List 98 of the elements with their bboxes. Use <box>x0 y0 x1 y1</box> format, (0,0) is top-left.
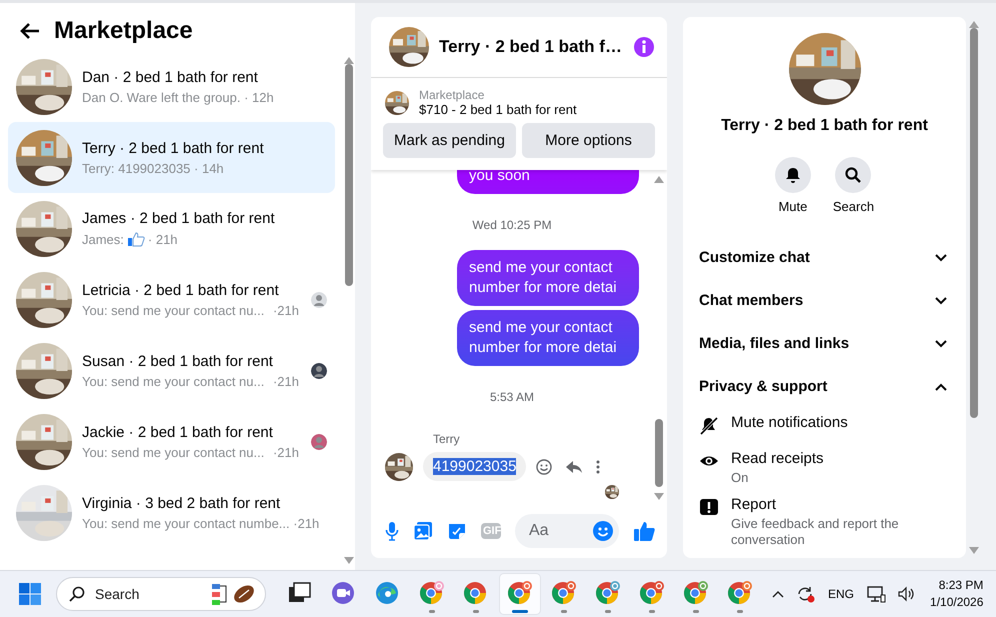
seen-avatar-icon <box>311 362 327 378</box>
chevron-up-icon[interactable] <box>772 590 784 598</box>
search-input[interactable]: Search <box>93 585 203 603</box>
sticker-icon[interactable] <box>447 521 467 541</box>
listing-name: $710 - 2 bed 1 bath for rent <box>419 102 577 117</box>
browser-icon <box>419 581 445 607</box>
alert-icon <box>699 497 719 517</box>
conversation-title: Susan · 2 bed 1 bath for rent <box>82 352 274 370</box>
reply-icon[interactable] <box>566 460 582 474</box>
scrollbar-thumb[interactable] <box>655 419 663 487</box>
browser-icon <box>595 581 621 607</box>
menu-item[interactable]: Mute notifications <box>731 414 848 431</box>
conversation-item[interactable]: Virginia · 3 bed 2 bath for rent You: send me your contact numbe... ·21h <box>8 477 335 548</box>
clock-time[interactable]: 8:23 PM <box>938 577 984 594</box>
volume-icon[interactable] <box>898 586 914 602</box>
browser-icon <box>507 581 533 607</box>
language-indicator[interactable]: ENG <box>828 587 854 601</box>
section-header[interactable]: Customize chat <box>699 236 950 279</box>
timestamp: Wed 10:25 PM <box>472 217 552 234</box>
message-preview: James: <box>82 232 124 246</box>
message-bubble: send me your contact number for more detai <box>457 250 639 306</box>
microphone-icon[interactable] <box>385 521 399 541</box>
sender-name: Terry <box>433 432 461 446</box>
conversation-title: Letricia · 2 bed 1 bath for rent <box>82 282 280 298</box>
item-detail: On <box>731 470 750 486</box>
scroll-down-arrow-icon[interactable] <box>344 557 354 564</box>
windows-start-icon[interactable] <box>18 582 42 606</box>
chat-title: Terry · 2 bed 1 bath f… <box>439 37 623 57</box>
listing-source: Marketplace <box>419 88 486 102</box>
message-bubble: you soon <box>457 170 639 194</box>
conversation-title: Virginia · 3 bed 2 bath for rent <box>82 494 282 512</box>
back-arrow-icon[interactable] <box>20 22 40 40</box>
message-time: · 21h <box>148 232 178 246</box>
browser-icon <box>463 581 489 607</box>
message-preview: You: send me your contact numbe... ·21h <box>82 516 320 530</box>
bell-icon <box>784 166 802 184</box>
wave-icon <box>375 581 401 607</box>
conversation-item[interactable]: James · 2 bed 1 bath for rent James: · 21h <box>8 193 335 264</box>
scrollbar-thumb[interactable] <box>970 28 978 418</box>
conversation-title: Terry · 2 bed 1 bath for rent <box>82 140 265 156</box>
message-time: ·21h <box>272 302 300 318</box>
taskbar-search-field[interactable]: Search <box>56 577 266 611</box>
message-preview: You: send me your contact nu... <box>82 302 264 318</box>
section-header[interactable]: Media, files and links <box>699 322 950 365</box>
message-preview: You: send me your contact nu... <box>82 444 264 460</box>
browser-icon <box>683 581 709 607</box>
network-icon[interactable] <box>866 585 886 603</box>
conversation-item[interactable]: Susan · 2 bed 1 bath for rent You: send me your contact nu... ·21h <box>8 335 335 406</box>
conversation-title: Dan · 2 bed 1 bath for rent <box>82 68 259 86</box>
search-icon <box>844 166 862 184</box>
scroll-up-arrow-icon[interactable] <box>344 57 354 64</box>
info-icon[interactable] <box>633 36 655 58</box>
conversation-item[interactable]: Jackie · 2 bed 1 bath for rent You: send me your contact nu... ·21h <box>8 406 335 477</box>
item-detail: Give feedback and report the conversation <box>731 516 900 548</box>
scroll-up-arrow-icon[interactable] <box>969 21 979 28</box>
message-time: ·21h <box>272 444 300 460</box>
emoji-icon[interactable] <box>593 521 613 541</box>
browser-icon <box>551 581 577 607</box>
photo-icon[interactable] <box>413 521 433 541</box>
football-icon <box>211 581 257 607</box>
scroll-up-arrow-icon[interactable] <box>654 176 664 183</box>
menu-item[interactable]: Report <box>731 496 950 513</box>
message-bubble: send me your contact number for more detai <box>457 310 639 366</box>
scroll-down-arrow-icon[interactable] <box>654 493 664 500</box>
timestamp: 5:53 AM <box>490 389 534 406</box>
video-chat-icon <box>331 581 357 607</box>
conversation-title: Jackie · 2 bed 1 bath for rent <box>82 424 274 440</box>
seen-avatar-icon <box>311 292 327 308</box>
conversation-title: James · 2 bed 1 bath for rent <box>82 210 276 227</box>
more-icon[interactable] <box>596 460 600 474</box>
search-icon <box>69 586 85 602</box>
conversation-item[interactable]: Dan · 2 bed 1 bath for rent Dan O. Ware left the group. · 12h <box>8 51 335 122</box>
message-preview: Terry: 4199023035 · 14h <box>82 160 224 176</box>
page-title: Marketplace <box>54 17 193 45</box>
browser-icon <box>727 581 753 607</box>
thumbs-up-icon[interactable] <box>633 520 655 542</box>
section-header[interactable]: Chat members <box>699 279 950 322</box>
clock-date[interactable]: 1/10/2026 <box>930 594 984 611</box>
seen-avatar-icon <box>311 434 327 450</box>
message-preview: Dan O. Ware left the group. · 12h <box>82 90 274 104</box>
message-field[interactable]: Aa <box>515 514 619 548</box>
scroll-down-arrow-icon[interactable] <box>969 547 979 554</box>
scrollbar-thumb[interactable] <box>345 64 353 286</box>
menu-item[interactable]: Read receipts <box>731 450 824 467</box>
chat-name: Terry · 2 bed 1 bath for rent <box>721 117 928 135</box>
muted-bell-icon <box>699 415 719 435</box>
conversation-item[interactable]: Letricia · 2 bed 1 bath for rent You: send me your contact nu... ·21h <box>8 264 335 335</box>
more-options-button[interactable]: More options <box>522 123 655 158</box>
conversation-item[interactable]: Terry · 2 bed 1 bath for rent Terry: 4199023035 · 14h <box>8 122 335 193</box>
message-input[interactable]: Aa <box>527 521 593 541</box>
mark-pending-button[interactable]: Mark as pending <box>383 123 516 158</box>
sync-icon[interactable] <box>796 585 816 603</box>
emoji-icon[interactable] <box>536 458 552 474</box>
browser-icon <box>639 581 665 607</box>
section-header[interactable]: Privacy & support <box>699 365 950 408</box>
message-time: ·21h <box>272 374 300 388</box>
message-bubble: 4199023035 <box>423 452 526 481</box>
message-preview: You: send me your contact nu... <box>82 374 264 388</box>
